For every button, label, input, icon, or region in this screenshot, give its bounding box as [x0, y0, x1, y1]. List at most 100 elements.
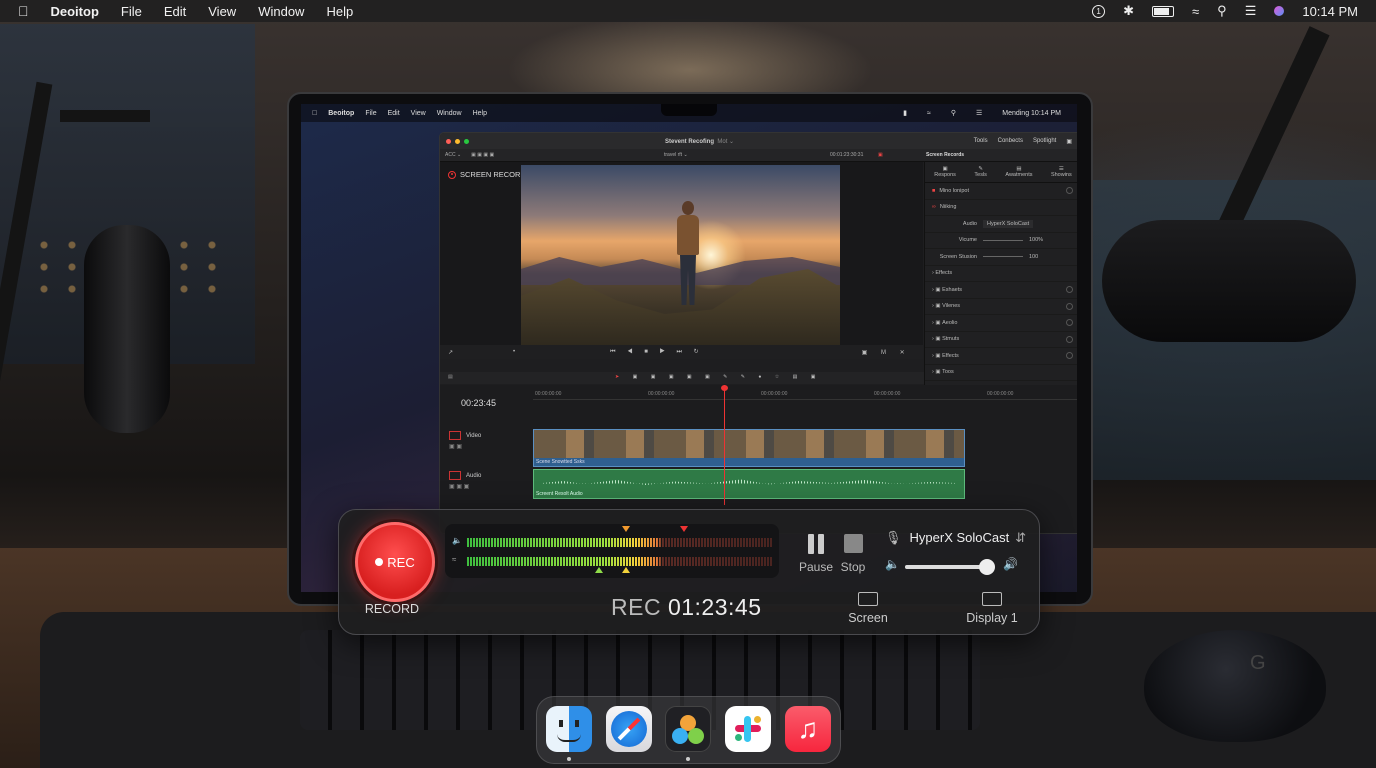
- video-track-header[interactable]: Video ▣ ▣: [440, 431, 532, 450]
- battery-icon[interactable]: [1152, 5, 1175, 17]
- inspector-tab-awatments[interactable]: ▤ Awatments: [1005, 166, 1032, 178]
- davinci-resolve-icon[interactable]: [665, 706, 711, 752]
- audio-clip[interactable]: Screent Resolt Audio: [533, 469, 965, 499]
- viewer-options-icons[interactable]: ▣ M ✕: [862, 349, 911, 356]
- panel-toggle-icon[interactable]: ▣: [1066, 138, 1072, 145]
- close-button[interactable]: [446, 138, 451, 144]
- inner-menu-help[interactable]: Help: [473, 110, 487, 117]
- volume-slider-knob[interactable]: [978, 559, 995, 575]
- video-clip[interactable]: Scene Snowtted Ssks: [533, 429, 965, 467]
- minimize-button[interactable]: [455, 138, 460, 144]
- ruler-mark-0: 00:00:00:00: [535, 391, 562, 397]
- music-icon[interactable]: ♫: [785, 706, 831, 752]
- slack-icon[interactable]: [725, 706, 771, 752]
- video-viewer[interactable]: SCREEN RECORDING: [440, 162, 923, 346]
- playback-controls[interactable]: ⏮ ◀ ■ ▶ ⏭ ↻: [610, 348, 704, 356]
- inspector-row-niiking[interactable]: ∞ Niiking: [925, 200, 1077, 216]
- inner-clock[interactable]: Mending 10:14 PM: [1002, 110, 1061, 117]
- inner-battery-icon[interactable]: ▮: [903, 109, 907, 117]
- tab-spotlight[interactable]: Spotlight: [1033, 138, 1056, 145]
- inner-search-icon[interactable]: ⚲: [951, 109, 956, 117]
- inspector-row-volume[interactable]: Vicume 100%: [925, 233, 1077, 249]
- inner-menu-app-name[interactable]: Beoitop: [328, 110, 354, 117]
- inspector-row-mino[interactable]: ■ Mino lonipot: [925, 183, 1077, 200]
- inspector-row-aeolio[interactable]: › ▣ Aeolio: [925, 315, 1077, 332]
- record-dot-icon: [448, 170, 456, 179]
- pause-icon: [807, 534, 825, 554]
- volume-value[interactable]: 100%: [1029, 237, 1043, 243]
- inner-control-icon[interactable]: ☰: [976, 109, 982, 117]
- audio-track-header[interactable]: Audio ▣ ▣ ▣: [440, 471, 532, 490]
- inspector-row-effects-header[interactable]: › Effects: [925, 266, 1077, 282]
- screen-value[interactable]: 100: [1029, 254, 1038, 260]
- inspector-row-audio[interactable]: Audio HyperX SoloCast: [925, 216, 1077, 233]
- menu-window[interactable]: Window: [258, 4, 304, 19]
- playhead[interactable]: [721, 385, 728, 505]
- screen-slider[interactable]: [983, 256, 1023, 258]
- ruler-mark-3: 00:00:00:00: [874, 391, 901, 397]
- inspector-row-vilenes[interactable]: › ▣ Vilenes: [925, 299, 1077, 315]
- menu-app-name[interactable]: Deoitop: [51, 4, 99, 19]
- control-center-icon[interactable]: ☰: [1245, 3, 1257, 19]
- peak-marker-red: [680, 526, 688, 532]
- mic-arm-left-joint: [60, 110, 150, 122]
- screen-source-button[interactable]: Screen: [845, 592, 891, 625]
- inspector-tab-respons[interactable]: ▣ Respons: [934, 166, 956, 178]
- input-device-selector[interactable]: 🎙 HyperX SoloCast ⇵: [885, 530, 1026, 546]
- stop-button[interactable]: Stop: [837, 534, 869, 574]
- inner-apple-icon[interactable]: : [312, 110, 317, 117]
- menu-edit[interactable]: Edit: [164, 4, 186, 19]
- bluetooth-icon[interactable]: ✱: [1123, 3, 1134, 19]
- audio-waveform: [542, 479, 956, 485]
- menu-view[interactable]: View: [208, 4, 236, 19]
- display-select-button[interactable]: Display 1: [961, 592, 1023, 625]
- record-indicator-icon[interactable]: ▣: [878, 152, 883, 158]
- timeline-ruler[interactable]: 00:00:00:00 00:00:00:00 00:00:00:00 00:0…: [533, 389, 1077, 400]
- transform-icon[interactable]: ↗: [448, 349, 453, 356]
- inner-menu-edit[interactable]: Edit: [388, 110, 400, 117]
- record-button[interactable]: REC: [355, 522, 435, 602]
- inner-menu-window[interactable]: Window: [437, 110, 462, 117]
- wifi-icon[interactable]: ≈: [1192, 4, 1199, 19]
- zoom-button[interactable]: [464, 138, 469, 144]
- volume-slider[interactable]: [983, 239, 1023, 241]
- tab-conbects[interactable]: Conbects: [998, 138, 1023, 145]
- inspector-row-screen[interactable]: Screen Stusion 100: [925, 249, 1077, 266]
- inspector-tab-tesls[interactable]: ✎ Tesls: [974, 166, 987, 178]
- acc-dropdown[interactable]: ACC ⌄: [445, 152, 461, 158]
- microphone-icon: 🎙: [885, 530, 902, 545]
- inspector-tab-showins[interactable]: ☰ Showins: [1051, 166, 1072, 178]
- inspector-row-effects[interactable]: › ▣ Effects: [925, 348, 1077, 365]
- clip-dropdown[interactable]: travel rft ⌄: [664, 152, 688, 158]
- tab-tools[interactable]: Tools: [974, 138, 988, 145]
- ruler-mark-4: 00:00:00:00: [987, 391, 1014, 397]
- apple-icon[interactable]: : [18, 3, 29, 19]
- inspector-row-toos[interactable]: › ▣ Toos: [925, 365, 1077, 381]
- safari-icon[interactable]: [606, 706, 652, 752]
- transport-bar: ↗ • ⏮ ◀ ■ ▶ ⏭ ↻ ▣ M ✕: [440, 345, 923, 359]
- toolbar-icons[interactable]: ▣ ▣ ▣ ▣: [471, 152, 494, 158]
- mouse: G: [1144, 630, 1326, 742]
- menu-clock[interactable]: 10:14 PM: [1302, 4, 1358, 19]
- editor-titlebar: Stevent Recofing Mot ⌄ Tools Conbects Sp…: [440, 133, 1077, 149]
- input-volume-slider[interactable]: [905, 559, 995, 575]
- inner-wifi-icon[interactable]: ≈: [927, 110, 931, 117]
- inner-menu-file[interactable]: File: [365, 110, 376, 117]
- 1password-icon[interactable]: 1: [1092, 4, 1106, 18]
- hiker-figure: [671, 201, 705, 309]
- search-icon[interactable]: ⚲: [1217, 3, 1227, 19]
- inner-menu-view[interactable]: View: [411, 110, 426, 117]
- peak-marker-yellow: [622, 526, 630, 532]
- pause-button[interactable]: Pause: [797, 534, 835, 574]
- scrub-position-icon[interactable]: •: [513, 349, 515, 355]
- mouse-logo-icon: G: [1250, 652, 1266, 674]
- menu-help[interactable]: Help: [326, 4, 353, 19]
- finder-icon[interactable]: [546, 706, 592, 752]
- inspector-row-stmuts[interactable]: › ▣ Stmuts: [925, 332, 1077, 348]
- audio-source-select[interactable]: HyperX SoloCast: [983, 219, 1034, 228]
- siri-icon[interactable]: [1274, 6, 1285, 16]
- edit-tools[interactable]: ➤ ▣ ▣ ▣ ▣ ▣ ✎ ✎ ● ☆ ▤ ▣: [615, 374, 821, 380]
- menu-file[interactable]: File: [121, 4, 142, 19]
- timeline-view-icon[interactable]: ▤: [448, 374, 453, 380]
- inspector-row-eshaets[interactable]: › ▣ Eshaets: [925, 282, 1077, 299]
